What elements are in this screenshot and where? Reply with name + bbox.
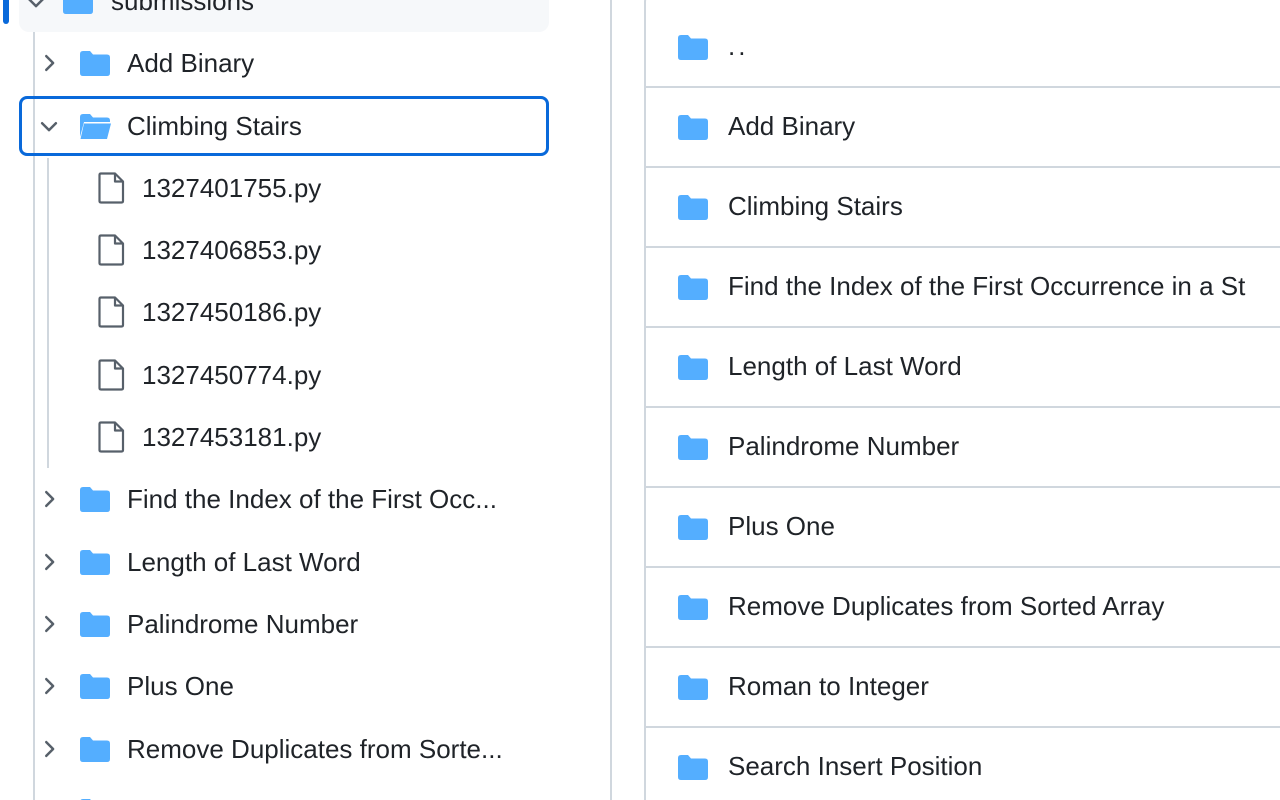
tree-item-file[interactable]: 1327453181.py xyxy=(19,407,549,467)
file-icon xyxy=(98,359,125,391)
dir-row[interactable]: Remove Duplicates from Sorted Array xyxy=(646,568,1280,648)
tree-item-remove-duplicates[interactable]: Remove Duplicates from Sorte... xyxy=(19,719,549,779)
dir-row-name[interactable]: Find the Index of the First Occurrence i… xyxy=(728,269,1245,303)
chevron-right-icon xyxy=(45,677,55,695)
dir-row-name[interactable]: Plus One xyxy=(728,509,835,543)
dir-row[interactable]: Plus One xyxy=(646,488,1280,568)
tree-item-file[interactable]: 1327406853.py xyxy=(19,220,549,280)
chevron-right-icon xyxy=(45,740,55,758)
chevron-right-icon xyxy=(45,553,55,571)
folder-icon xyxy=(678,675,708,700)
dir-row[interactable]: Length of Last Word xyxy=(646,328,1280,408)
tree-item-find-the-index[interactable]: Find the Index of the First Occ... xyxy=(19,469,549,529)
tree-item-palindrome-number[interactable]: Palindrome Number xyxy=(19,594,549,654)
tree-item-length-of-last-word[interactable]: Length of Last Word xyxy=(19,532,549,592)
folder-open-icon xyxy=(63,0,93,14)
dir-row[interactable]: Palindrome Number xyxy=(646,408,1280,488)
dir-row-name[interactable]: Add Binary xyxy=(728,109,855,143)
tree-item-label: 1327406853.py xyxy=(142,235,322,265)
tree-item-file[interactable]: 1327401755.py xyxy=(19,158,549,218)
dir-row[interactable]: Add Binary xyxy=(646,88,1280,168)
dir-row[interactable]: Roman to Integer xyxy=(646,648,1280,728)
folder-icon xyxy=(80,550,110,575)
tree-item-add-binary[interactable]: Add Binary xyxy=(19,33,549,93)
folder-icon xyxy=(678,755,708,780)
folder-icon xyxy=(678,435,708,460)
dir-row[interactable]: Search Insert Position xyxy=(646,728,1280,800)
file-icon xyxy=(98,234,125,266)
file-icon xyxy=(98,172,125,204)
tree-item-label: Add Binary xyxy=(127,48,255,78)
tree-item-label: Climbing Stairs xyxy=(127,111,302,141)
dir-row[interactable]: Climbing Stairs xyxy=(646,168,1280,248)
dir-row[interactable]: Find the Index of the First Occurrence i… xyxy=(646,248,1280,328)
folder-icon xyxy=(678,195,708,220)
tree-item-climbing-stairs[interactable]: Climbing Stairs xyxy=(19,96,549,156)
folder-icon xyxy=(80,487,110,512)
file-tree-sidebar: submissions Add Binary Climbing Stairs 1… xyxy=(0,0,610,800)
chevron-down-icon xyxy=(28,0,44,8)
folder-icon xyxy=(80,674,110,699)
tree-item-file[interactable]: 1327450774.py xyxy=(19,345,549,405)
tree-item-label: 1327453181.py xyxy=(142,422,322,452)
tree-item-label: Length of Last Word xyxy=(127,547,361,577)
directory-listing: .. Add Binary Climbing Stairs Find the I… xyxy=(612,0,1280,800)
folder-icon xyxy=(678,275,708,300)
tree-item-file[interactable]: 1327450186.py xyxy=(19,282,549,342)
folder-icon xyxy=(80,737,110,762)
folder-open-icon xyxy=(80,114,111,139)
dir-row-parent[interactable]: .. xyxy=(646,8,1280,88)
file-icon xyxy=(98,421,125,453)
folder-icon xyxy=(80,51,110,76)
active-item-indicator xyxy=(3,0,9,24)
folder-icon xyxy=(678,35,708,60)
chevron-right-icon xyxy=(45,615,55,633)
tree-item-label: Remove Duplicates from Sorte... xyxy=(127,734,503,764)
chevron-right-icon xyxy=(45,54,55,72)
file-icon xyxy=(98,296,125,328)
dir-row-name[interactable]: Roman to Integer xyxy=(728,669,929,703)
dir-row-name[interactable]: Search Insert Position xyxy=(728,749,982,783)
folder-icon xyxy=(678,115,708,140)
tree-item-label: 1327450774.py xyxy=(142,360,322,390)
tree-item-submissions[interactable]: submissions xyxy=(19,0,549,32)
folder-icon xyxy=(678,595,708,620)
tree-item-label: Plus One xyxy=(127,671,234,701)
dir-row-name[interactable]: Remove Duplicates from Sorted Array xyxy=(728,589,1164,623)
chevron-down-icon xyxy=(40,122,58,132)
chevron-right-icon xyxy=(45,490,55,508)
tree-item-label: 1327450186.py xyxy=(142,297,322,327)
file-table: .. Add Binary Climbing Stairs Find the I… xyxy=(644,0,1280,800)
dir-row-name[interactable]: Climbing Stairs xyxy=(728,189,903,223)
tree-item-plus-one[interactable]: Plus One xyxy=(19,656,549,716)
folder-icon xyxy=(80,612,110,637)
dir-row-name[interactable]: .. xyxy=(728,29,748,63)
tree-item-label: 1327401755.py xyxy=(142,173,322,203)
folder-icon xyxy=(80,799,91,800)
tree-item-label: Find the Index of the First Occ... xyxy=(127,484,497,514)
folder-icon xyxy=(678,355,708,380)
tree-item-label: submissions xyxy=(111,0,255,16)
dir-row-name[interactable]: Length of Last Word xyxy=(728,349,962,383)
dir-row-name[interactable]: Palindrome Number xyxy=(728,429,959,463)
folder-icon xyxy=(678,515,708,540)
tree-item-label: Palindrome Number xyxy=(127,609,359,639)
